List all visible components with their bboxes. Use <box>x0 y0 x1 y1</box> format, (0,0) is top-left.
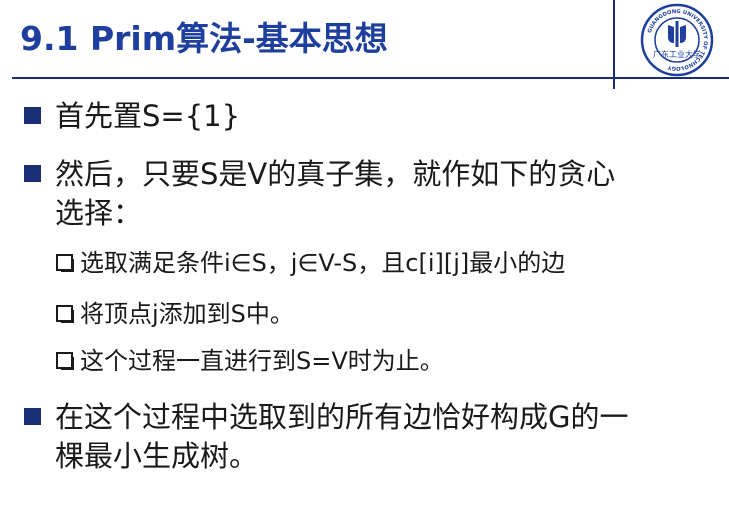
university-logo: GUANGDONG UNIVERSITY OF TECHNOLOGY 广东工业大… <box>640 3 714 77</box>
logo-script-text: 广东工业大学 <box>653 49 701 59</box>
bullet-2-line-1: 然后，只要S是V的真子集，就作如下的贪心 <box>55 157 616 191</box>
subbullet-1-text: 选取满足条件i∈S，j∈V-S，且c[i][j]最小的边 <box>80 249 566 277</box>
subbullet-2-text: 将顶点j添加到S中。 <box>80 300 294 328</box>
bullet-square-icon <box>24 408 41 425</box>
bullet-square-icon <box>24 107 41 124</box>
slide-title: 9.1 Prim算法-基本思想 <box>20 19 388 58</box>
bullet-square-icon <box>24 165 41 182</box>
hollow-square-icon <box>56 254 74 272</box>
subbullet-3-text: 这个过程一直进行到S=V时为止。 <box>80 347 444 375</box>
hollow-square-icon <box>56 305 74 323</box>
bullet-3-line-1: 在这个过程中选取到的所有边恰好构成G的一 <box>55 400 629 434</box>
bullet-3-line-2: 棵最小生成树。 <box>55 439 259 473</box>
hollow-square-icon <box>56 352 74 370</box>
header-horizontal-divider <box>12 77 729 79</box>
header-vertical-divider <box>613 0 615 89</box>
bullet-1-text: 首先置S={1} <box>55 99 241 133</box>
bullet-2-line-2: 选择： <box>55 196 143 230</box>
